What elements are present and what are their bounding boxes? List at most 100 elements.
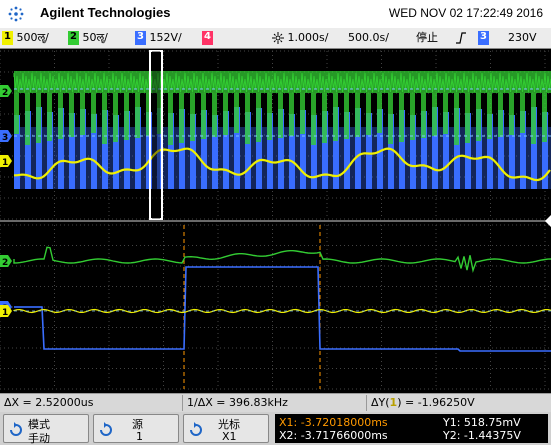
delay[interactable]: 500.0s/ xyxy=(348,30,389,46)
delta-y-readout: ΔY(1) = -1.96250V xyxy=(367,395,551,411)
ch2-pulse xyxy=(311,93,316,145)
ch2-pulse xyxy=(234,93,239,133)
brand-name: Agilent Technologies xyxy=(40,5,171,20)
ch2-pulse xyxy=(289,93,294,136)
rotate-knob-icon xyxy=(100,422,112,436)
x2-readout: X2: -3.71766000ms xyxy=(279,429,388,442)
ch2-pulse xyxy=(333,93,338,141)
ch2-pulse xyxy=(278,93,283,138)
ch2-pulse xyxy=(190,93,195,141)
waveform-plot[interactable]: 231231 xyxy=(0,49,551,391)
measurement-row: ΔX = 2.52000us 1/ΔX = 396.83kHz ΔY(1) = … xyxy=(0,393,551,412)
oscilloscope-display: Agilent Technologies WED NOV 02 17:22:49… xyxy=(0,0,551,445)
cursor-readouts: X1: -3.72018000ms X2: -3.71766000ms Y1: … xyxy=(275,414,548,443)
ch2-pulse xyxy=(344,93,349,139)
ch1-badge: 1 xyxy=(2,31,13,45)
ch2-badge: 2 xyxy=(68,31,79,45)
ch2-pulse xyxy=(113,93,118,142)
ch2-band xyxy=(14,71,551,93)
ch2-pulse xyxy=(399,93,404,142)
ch2-pulse xyxy=(487,93,492,139)
ch2-pulse xyxy=(476,93,481,141)
ch2-pulse xyxy=(542,93,547,142)
source-softkey[interactable]: 源 1 xyxy=(93,414,179,443)
zoom-overview-pane xyxy=(13,50,551,220)
ch2-pulse xyxy=(223,93,228,135)
delay-value: 500.0 xyxy=(348,31,380,44)
status-bar: 1 500ॡ/ 2 50ॡ/ 3 152V/ 4 1.000s/ 500.0s/… xyxy=(0,28,551,49)
ch2-pulse xyxy=(355,93,360,137)
ch2-pulse xyxy=(377,93,382,133)
ch2-pulse xyxy=(91,93,96,133)
ch2-pulse xyxy=(47,93,52,141)
date-time: WED NOV 02 17:22:49 2016 xyxy=(388,6,543,20)
ch3-badge: 3 xyxy=(135,31,146,45)
ch2-pulse xyxy=(410,93,415,140)
ch2-pulse xyxy=(14,93,19,134)
ch2-pulse xyxy=(25,93,30,145)
run-state[interactable]: 停止 xyxy=(416,30,438,46)
ch2-pulse xyxy=(201,93,206,139)
trigger-level[interactable]: 230V xyxy=(508,30,537,46)
delta-y-prefix: ΔY( xyxy=(371,396,390,409)
timebase-value: 1.000 xyxy=(287,31,320,44)
delta-y-value: ) = -1.96250V xyxy=(397,396,475,409)
ch3-scale-value: 152V/ xyxy=(149,31,182,44)
mode-value: 手动 xyxy=(28,432,50,445)
ch1-ground-marker-label: 1 xyxy=(2,158,8,168)
ch2-pulse xyxy=(256,93,261,142)
ch2-scale-value: 50ॡ/ xyxy=(82,31,108,44)
ch1-scale[interactable]: 1 500ॡ/ xyxy=(2,30,49,46)
cursor-softkey[interactable]: 光标 X1 xyxy=(183,414,269,443)
ch1-scale-value: 500ॡ/ xyxy=(16,31,49,44)
horizontal-icon xyxy=(272,32,284,44)
inverse-delta-x-readout: 1/ΔX = 396.83kHz xyxy=(183,395,367,411)
ch2-pulse xyxy=(267,93,272,140)
ch2-zoom-marker-label: 2 xyxy=(2,258,8,268)
ch1-zoom-marker-label: 1 xyxy=(2,308,8,318)
ch4-badge: 4 xyxy=(202,31,213,45)
source-value: 1 xyxy=(136,430,143,443)
ch2-pulse xyxy=(69,93,74,137)
ch2-scale[interactable]: 2 50ॡ/ xyxy=(68,30,108,46)
rotate-knob-icon xyxy=(10,422,22,436)
softkey-bar: 模式 手动 源 1 光标 X1 X1: -3.72018000ms X2: -3… xyxy=(0,412,551,445)
header-bar: Agilent Technologies WED NOV 02 17:22:49… xyxy=(0,0,551,28)
ch2-pulse xyxy=(168,93,173,145)
cursor-value: X1 xyxy=(222,430,237,443)
y2-readout: Y2: -1.44375V xyxy=(443,429,521,442)
ch2-pulse xyxy=(509,93,514,135)
ch2-pulse xyxy=(212,93,217,137)
timebase[interactable]: 1.000s/ xyxy=(272,30,328,46)
y1-readout: Y1: 518.75mV xyxy=(443,416,521,429)
delay-unit: s/ xyxy=(379,31,389,44)
zoom-detail-pane xyxy=(13,225,551,389)
ch2-ground-marker-label: 2 xyxy=(2,88,8,98)
ch2-pulse xyxy=(432,93,437,136)
x1-readout: X1: -3.72018000ms xyxy=(279,416,388,429)
trigger-source[interactable]: 3 xyxy=(478,30,489,46)
rising-edge-icon xyxy=(456,32,466,44)
timebase-unit: s/ xyxy=(319,31,329,44)
ch4-scale[interactable]: 4 xyxy=(202,30,213,46)
trigger-edge[interactable] xyxy=(455,30,467,46)
rotate-knob-icon xyxy=(190,422,202,436)
ch2-pulse xyxy=(366,93,371,135)
ch2-pulse xyxy=(520,93,525,133)
agilent-logo-icon xyxy=(8,6,24,22)
delta-x-readout: ΔX = 2.52000us xyxy=(0,395,183,411)
ch2-pulse xyxy=(135,93,140,138)
zoom-window-shade xyxy=(152,51,160,219)
mode-softkey[interactable]: 模式 手动 xyxy=(3,414,89,445)
trigger-channel-badge: 3 xyxy=(478,31,489,45)
ch2-pulse xyxy=(443,93,448,134)
ch3-ground-marker-label: 3 xyxy=(2,133,8,143)
ch3-scale[interactable]: 3 152V/ xyxy=(135,30,182,46)
ch2-pulse xyxy=(58,93,63,139)
ch2-pulse xyxy=(124,93,129,140)
ch2-pulse xyxy=(300,93,305,134)
ch2-pulse xyxy=(498,93,503,137)
waveform-screen[interactable]: 231231 xyxy=(0,49,551,391)
ch2-pulse xyxy=(421,93,426,138)
ch2-pulse xyxy=(454,93,459,145)
